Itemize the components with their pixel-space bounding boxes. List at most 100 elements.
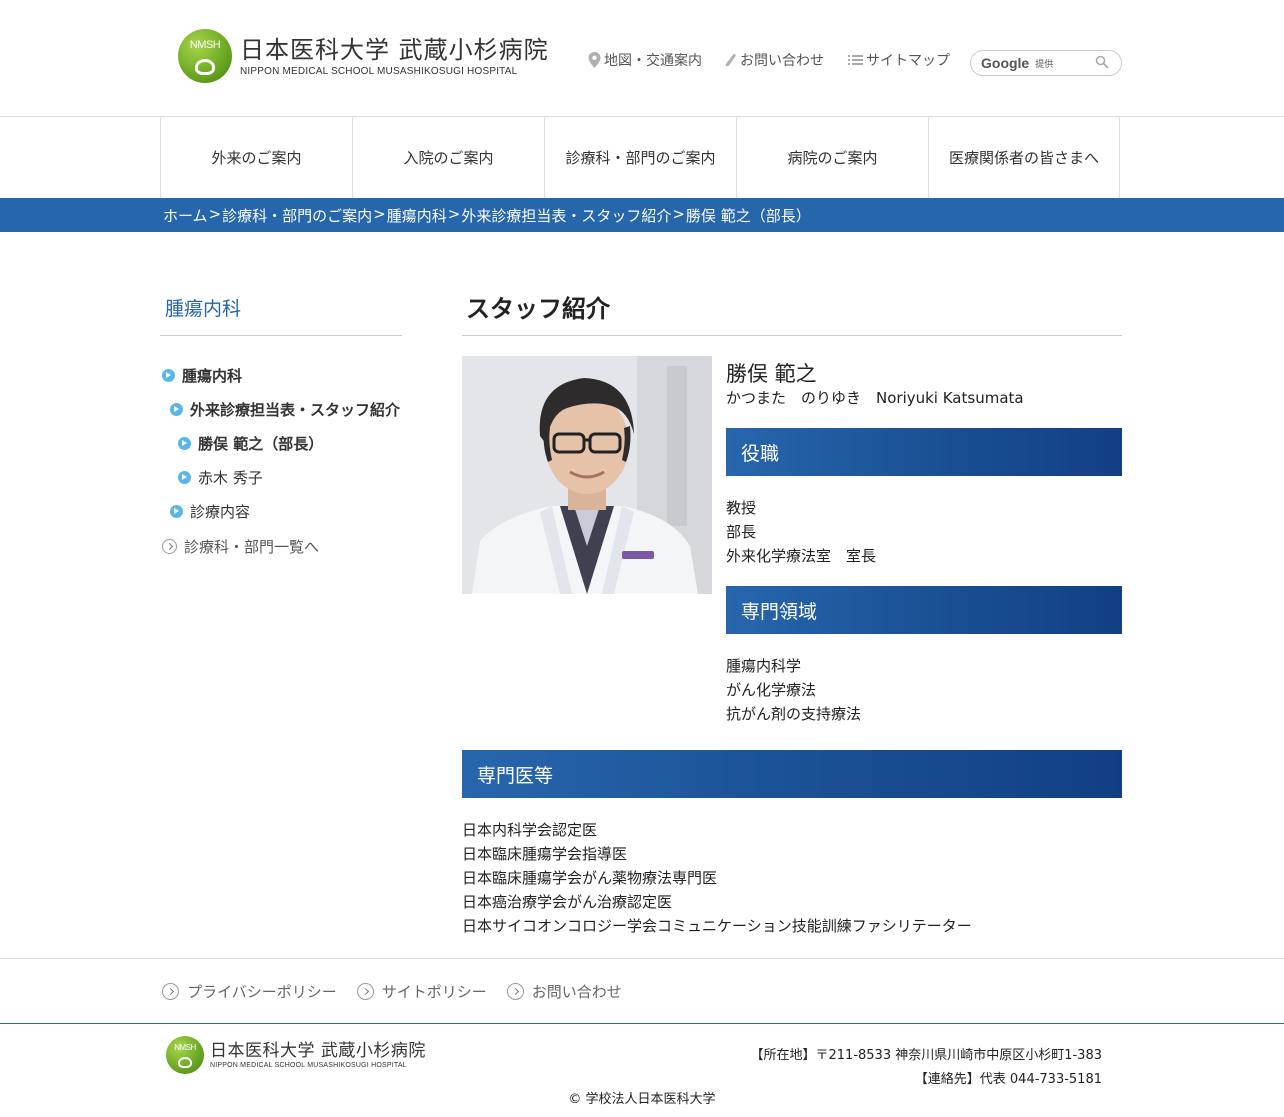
footer-link-label: サイトポリシー [381, 983, 487, 1001]
list-item: がん化学療法 [726, 681, 817, 699]
doctor-photo [462, 356, 712, 594]
footer-privacy-link[interactable]: プライバシーポリシー [162, 981, 337, 1002]
side-item-label: 診療内容 [190, 502, 251, 521]
side-item-treatment[interactable]: 診療内容 [160, 494, 402, 528]
logo-title-en: NIPPON MEDICAL SCHOOL MUSASHIKOSUGI HOSP… [240, 65, 518, 77]
list-item: 外来化学療法室 室長 [726, 547, 877, 565]
position-list: 教授 部長 外来化学療法室 室長 [726, 496, 1122, 568]
side-nav-title[interactable]: 腫瘍内科 [160, 294, 402, 336]
breadcrumb-separator: > [208, 205, 222, 223]
circle-arrow-icon [506, 983, 524, 1000]
sitemap-link[interactable]: サイトマップ [848, 50, 950, 70]
footer-logo-en: NIPPON MEDICAL SCHOOL MUSASHIKOSUGI HOSP… [210, 1062, 407, 1069]
doctor-portrait-illustration [462, 356, 712, 594]
map-pin-icon [588, 52, 601, 68]
side-item-staff[interactable]: 外来診療担当表・スタッフ紹介 [160, 392, 402, 426]
footer-logo-jp: 日本医科大学 武蔵小杉病院 [210, 1041, 426, 1061]
contact-link-label: お問い合わせ [740, 53, 824, 69]
contact-link[interactable]: お問い合わせ [724, 50, 824, 70]
side-item-label: 勝俣 範之（部長） [198, 434, 324, 453]
breadcrumb-separator: > [447, 205, 461, 223]
arrow-bullet-icon [170, 504, 183, 518]
site-header: NMSH 日本医科大学 武蔵小杉病院 NIPPON MEDICAL SCHOOL… [0, 0, 1284, 116]
gnav-departments[interactable]: 診療科・部門のご案内 [544, 117, 736, 198]
breadcrumb-home[interactable]: ホーム [163, 205, 208, 226]
logo-ring-shape [178, 1057, 192, 1068]
list-item: 日本臨床腫瘍学会指導医 [462, 845, 628, 863]
side-item-label: 外来診療担当表・スタッフ紹介 [190, 400, 401, 419]
copyright: © 学校法人日本医科大学 [568, 1092, 716, 1107]
footer-site-policy-link[interactable]: サイトポリシー [356, 981, 487, 1002]
arrow-bullet-icon [170, 402, 183, 416]
main-content: スタッフ紹介 勝俣 範之 かつまた のりゆき Noriyuki Katsumat… [462, 290, 1122, 935]
arrow-bullet-icon [178, 436, 191, 450]
list-item: 腫瘍内科学 [726, 657, 802, 675]
gnav-outpatient[interactable]: 外来のご案内 [160, 117, 352, 198]
arrow-bullet-icon [162, 368, 175, 382]
breadcrumb-separator: > [373, 205, 386, 223]
list-item: 抗がん剤の支持療法 [726, 705, 862, 723]
breadcrumb-current: 勝俣 範之（部長） [685, 207, 811, 225]
side-item-label: 腫瘍内科 [182, 366, 243, 385]
list-icon [848, 55, 863, 65]
doctor-name: 勝俣 範之 [726, 362, 817, 386]
list-item: 日本臨床腫瘍学会がん薬物療法専門医 [462, 869, 718, 887]
circle-arrow-icon [162, 983, 179, 1000]
breadcrumb-separator: > [672, 205, 685, 223]
side-item-label: 赤木 秀子 [198, 468, 263, 487]
circle-arrow-icon [356, 983, 374, 1000]
footer-link-label: お問い合わせ [531, 983, 622, 1001]
side-item-oncology[interactable]: 腫瘍内科 [160, 358, 402, 392]
list-item: 教授 [726, 499, 757, 517]
footer-link-label: プライバシーポリシー [187, 983, 337, 1001]
side-item-akagi[interactable]: 赤木 秀子 [160, 460, 402, 494]
footer-logo-text: 日本医科大学 武蔵小杉病院 NIPPON MEDICAL SCHOOL MUSA… [210, 1041, 426, 1069]
list-item: 日本サイコオンコロジー学会コミュニケーション技能訓練ファシリテーター [462, 917, 972, 935]
page-title: スタッフ紹介 [462, 290, 1122, 336]
certification-list: 日本内科学会認定医 日本臨床腫瘍学会指導医 日本臨床腫瘍学会がん薬物療法専門医 … [462, 818, 1122, 938]
breadcrumb: ホーム > 診療科・部門のご案内 > 腫瘍内科 > 外来診療担当表・スタッフ紹介… [0, 198, 1284, 232]
site-logo[interactable]: NMSH 日本医科大学 武蔵小杉病院 NIPPON MEDICAL SCHOOL… [178, 28, 548, 84]
site-search: Google 提供 [970, 50, 1122, 76]
list-item: 日本内科学会認定医 [462, 821, 598, 839]
map-link[interactable]: 地図・交通案内 [588, 50, 702, 70]
phone-icon [725, 53, 736, 67]
logo-mark-icon: NMSH [178, 29, 232, 83]
footer-phone: 【連絡先】代表 044-733-5181 [914, 1072, 1102, 1087]
footer-logo[interactable]: NMSH 日本医科大学 武蔵小杉病院 NIPPON MEDICAL SCHOOL… [166, 1036, 426, 1074]
position-heading: 役職 [726, 428, 1122, 476]
certification-section: 専門医等 日本内科学会認定医 日本臨床腫瘍学会指導医 日本臨床腫瘍学会がん薬物療… [462, 750, 1122, 938]
footer-links: プライバシーポリシー サイトポリシー お問い合わせ [0, 958, 1284, 1024]
gnav-professionals[interactable]: 医療関係者の皆さまへ [928, 117, 1120, 198]
specialty-list: 腫瘍内科学 がん化学療法 抗がん剤の支持療法 [726, 654, 1122, 726]
side-item-katsumata[interactable]: 勝俣 範之（部長） [160, 426, 402, 460]
side-back-link[interactable]: 診療科・部門一覧へ [160, 534, 402, 558]
logo-title-jp: 日本医科大学 武蔵小杉病院 [240, 35, 549, 64]
global-nav: 外来のご案内 入院のご案内 診療科・部門のご案内 病院のご案内 医療関係者の皆さ… [0, 116, 1284, 198]
map-link-label: 地図・交通案内 [604, 53, 702, 69]
list-item: 部長 [726, 523, 757, 541]
circle-arrow-icon [162, 538, 177, 554]
logo-mark-icon: NMSH [166, 1036, 204, 1074]
breadcrumb-departments[interactable]: 診療科・部門のご案内 [222, 205, 372, 226]
footer-address: 【所在地】〒211-8533 神奈川県川崎市中原区小杉町1-383 [750, 1048, 1103, 1063]
doctor-profile: 勝俣 範之 かつまた のりゆき Noriyuki Katsumata 役職 教授… [726, 356, 1122, 726]
logo-mark-text: NMSH [174, 1043, 196, 1052]
search-input[interactable] [971, 51, 1091, 75]
list-item: 日本癌治療学会がん治療認定医 [462, 893, 673, 911]
specialty-heading: 専門領域 [726, 586, 1122, 634]
doctor-name-reading: かつまた のりゆき Noriyuki Katsumata [726, 389, 1024, 407]
side-nav: 腫瘍内科 腫瘍内科 外来診療担当表・スタッフ紹介 勝俣 範之（部長） 赤木 秀子… [160, 294, 402, 558]
gnav-hospital[interactable]: 病院のご案内 [736, 117, 928, 198]
certification-heading: 専門医等 [462, 750, 1122, 798]
breadcrumb-staff[interactable]: 外来診療担当表・スタッフ紹介 [461, 205, 671, 226]
gnav-inpatient[interactable]: 入院のご案内 [352, 117, 544, 198]
sitemap-link-label: サイトマップ [866, 53, 950, 69]
breadcrumb-oncology[interactable]: 腫瘍内科 [387, 205, 447, 226]
logo-mark-text: NMSH [189, 39, 221, 51]
logo-text: 日本医科大学 武蔵小杉病院 NIPPON MEDICAL SCHOOL MUSA… [240, 36, 549, 77]
side-back-label: 診療科・部門一覧へ [184, 537, 320, 556]
search-icon[interactable] [1095, 55, 1109, 69]
footer-contact-link[interactable]: お問い合わせ [506, 981, 622, 1002]
logo-ring-shape [195, 59, 215, 75]
